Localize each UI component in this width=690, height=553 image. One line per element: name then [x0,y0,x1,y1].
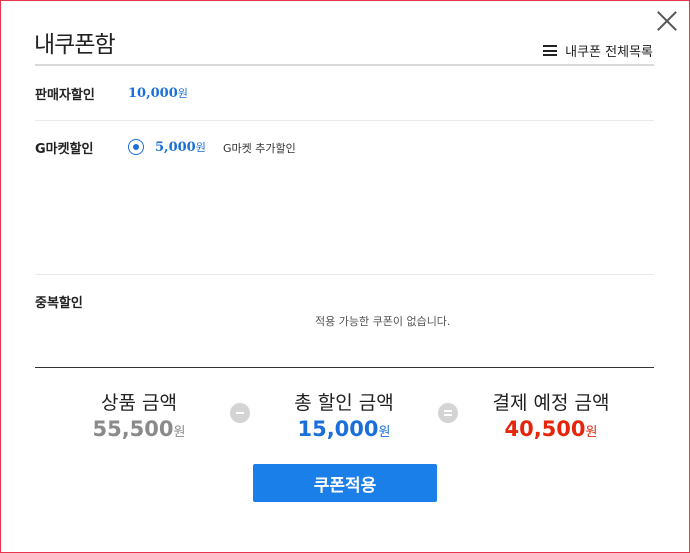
gmarket-discount-unit: 원 [195,141,206,154]
product-price-amount: 55,500 [92,417,174,441]
section-divider [35,120,654,121]
seller-discount-label: 판매자할인 [35,88,95,103]
gmarket-discount-description: G마켓 추가할인 [223,142,296,155]
payment-amount-amount: 40,500 [504,417,586,441]
coupon-dialog: 내쿠폰함 내쿠폰 전체목록 판매자할인 10,000원 G마켓할인 5,000원… [0,0,690,553]
total-discount-summary: 총 할인 금액 15,000원 [274,388,414,441]
gmarket-discount-amount: 5,000원 [155,139,206,155]
total-discount-amount: 15,000 [297,417,379,441]
section-divider [35,274,654,275]
all-coupons-link[interactable]: 내쿠폰 전체목록 [543,41,653,60]
payment-amount-summary: 결제 예정 금액 40,500원 [481,388,621,441]
seller-discount-amount: 10,000원 [128,85,188,101]
hamburger-icon [543,45,558,56]
dialog-title: 내쿠폰함 [34,32,116,58]
equals-circle-icon [438,403,458,423]
product-price-unit: 원 [173,425,186,440]
total-discount-label: 총 할인 금액 [294,392,394,414]
payment-amount-label: 결제 예정 금액 [492,392,610,414]
apply-coupon-button[interactable]: 쿠폰적용 [253,464,437,502]
seller-discount-value: 10,000 [128,86,178,101]
close-icon[interactable] [655,9,679,33]
payment-amount-unit: 원 [585,425,598,440]
total-discount-value: 15,000원 [274,417,414,441]
gmarket-discount-radio[interactable] [128,139,144,155]
payment-amount-value: 40,500원 [481,417,621,441]
no-coupon-message: 적용 가능한 쿠폰이 없습니다. [315,315,451,328]
product-price-label: 상품 금액 [101,392,177,414]
product-price-summary: 상품 금액 55,500원 [79,388,199,441]
seller-discount-unit: 원 [177,87,188,100]
product-price-value: 55,500원 [79,417,199,441]
summary-divider [35,367,654,368]
header-divider [35,64,654,66]
total-discount-unit: 원 [378,425,391,440]
gmarket-discount-label: G마켓할인 [35,142,94,157]
gmarket-discount-value: 5,000 [155,140,196,155]
duplicate-discount-label: 중복할인 [35,296,83,311]
minus-circle-icon [230,403,250,423]
all-coupons-label: 내쿠폰 전체목록 [565,45,653,60]
